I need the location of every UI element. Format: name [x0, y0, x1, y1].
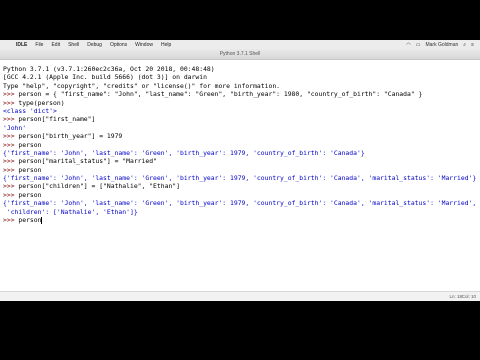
shell-input-line: >>> person = { "first_name": "John", "la…: [3, 90, 480, 98]
window-titlebar: Python 3.7.1 Shell: [0, 49, 480, 60]
shell-command: person["birth_year"] = 1979: [18, 132, 123, 141]
shell-input-line: >>> type(person): [3, 99, 480, 107]
menu-bar: IDLE File Edit Shell Debug Options Windo…: [0, 40, 480, 49]
shell-result: {'first_name': 'John', 'last_name': 'Gre…: [3, 174, 477, 183]
menu-shell[interactable]: Shell: [68, 42, 79, 48]
menu-list-icon[interactable]: ≡: [471, 42, 474, 48]
line-indicator: Ln: 18: [449, 294, 462, 299]
shell-command: person: [18, 216, 42, 225]
shell-output-line: {'first_name': 'John', 'last_name': 'Gre…: [3, 149, 480, 157]
shell-banner-text: Type "help", "copyright", "credits" or "…: [3, 81, 281, 90]
shell-prompt: >>>: [3, 216, 19, 225]
menu-app[interactable]: IDLE: [16, 42, 27, 48]
window-title: Python 3.7.1 Shell: [219, 51, 261, 57]
shell-input-line: >>> person: [3, 216, 480, 224]
status-bar: Ln: 18 Col: 10: [0, 291, 480, 301]
user-name[interactable]: Mark Goldman: [425, 42, 458, 48]
shell-prompt: >>>: [3, 182, 19, 191]
menu-options[interactable]: Options: [110, 42, 127, 48]
shell-input-line: >>> person["marital_status"] = "Married": [3, 157, 480, 165]
shell-prompt: >>>: [3, 157, 19, 166]
shell-command: person = { "first_name": "John", "last_n…: [18, 90, 423, 99]
shell-command: person["first_name"]: [18, 115, 96, 124]
shell-banner-line: Python 3.7.1 (v3.7.1:260ec2c36a, Oct 20 …: [3, 65, 480, 73]
battery-icon[interactable]: ▭: [416, 42, 421, 48]
menu-edit[interactable]: Edit: [51, 42, 60, 48]
shell-prompt: >>>: [3, 90, 19, 99]
shell-output-line: {'first_name': 'John', 'last_name': 'Gre…: [3, 174, 480, 182]
shell-input-line: >>> person["birth_year"] = 1979: [3, 132, 480, 140]
screen: IDLE File Edit Shell Debug Options Windo…: [0, 40, 480, 301]
shell-banner-line: [GCC 4.2.1 (Apple Inc. build 5666) (dot …: [3, 73, 480, 81]
shell-command: person["children"] = ["Nathalie", "Ethan…: [18, 182, 180, 191]
shell-prompt: >>>: [3, 98, 19, 107]
shell-result: {'first_name': 'John', 'last_name': 'Gre…: [3, 199, 477, 208]
shell-result: 'John': [3, 123, 27, 132]
menu-window[interactable]: Window: [135, 42, 153, 48]
text-cursor: [41, 216, 43, 224]
menu-help[interactable]: Help: [161, 42, 171, 48]
shell-input-line: >>> person["first_name"]: [3, 115, 480, 123]
column-indicator: Col: 10: [461, 294, 476, 299]
shell-output-line: 'John': [3, 124, 480, 132]
status-icons: ◠ ▭ Mark Goldman ⌕ ≡: [406, 42, 474, 48]
shell-command: person["marital_status"] = "Married": [18, 157, 157, 166]
shell-command: person: [18, 165, 42, 174]
search-icon[interactable]: ⌕: [463, 42, 466, 48]
shell-input-line: >>> person["children"] = ["Nathalie", "E…: [3, 182, 480, 190]
shell-prompt: >>>: [3, 165, 19, 174]
shell-prompt: >>>: [3, 140, 19, 149]
shell-output-line: <class 'dict'>: [3, 107, 480, 115]
shell-result: <class 'dict'>: [3, 106, 57, 115]
menu-file[interactable]: File: [35, 42, 43, 48]
shell-command: person: [18, 140, 42, 149]
shell-banner-text: Python 3.7.1 (v3.7.1:260ec2c36a, Oct 20 …: [3, 65, 215, 73]
shell-output-line: {'first_name': 'John', 'last_name': 'Gre…: [3, 199, 480, 207]
shell-input-line: >>> person: [3, 166, 480, 174]
shell-banner-text: [GCC 4.2.1 (Apple Inc. build 5666) (dot …: [3, 73, 207, 82]
shell-input-line: >>> person: [3, 191, 480, 199]
shell-prompt: >>>: [3, 115, 19, 124]
wifi-icon[interactable]: ◠: [406, 42, 410, 48]
shell-input-line: >>> person: [3, 141, 480, 149]
shell-prompt: >>>: [3, 190, 19, 199]
shell-command: type(person): [18, 98, 65, 107]
menu-debug[interactable]: Debug: [87, 42, 102, 48]
shell-result: 'children': ['Nathalie', 'Ethan']}: [3, 207, 138, 216]
shell-command: person: [18, 190, 42, 199]
shell-banner-line: Type "help", "copyright", "credits" or "…: [3, 82, 480, 90]
shell-result: {'first_name': 'John', 'last_name': 'Gre…: [3, 148, 365, 157]
shell-output-line: 'children': ['Nathalie', 'Ethan']}: [3, 208, 480, 216]
shell-output[interactable]: Python 3.7.1 (v3.7.1:260ec2c36a, Oct 20 …: [0, 60, 480, 290]
shell-prompt: >>>: [3, 132, 19, 141]
